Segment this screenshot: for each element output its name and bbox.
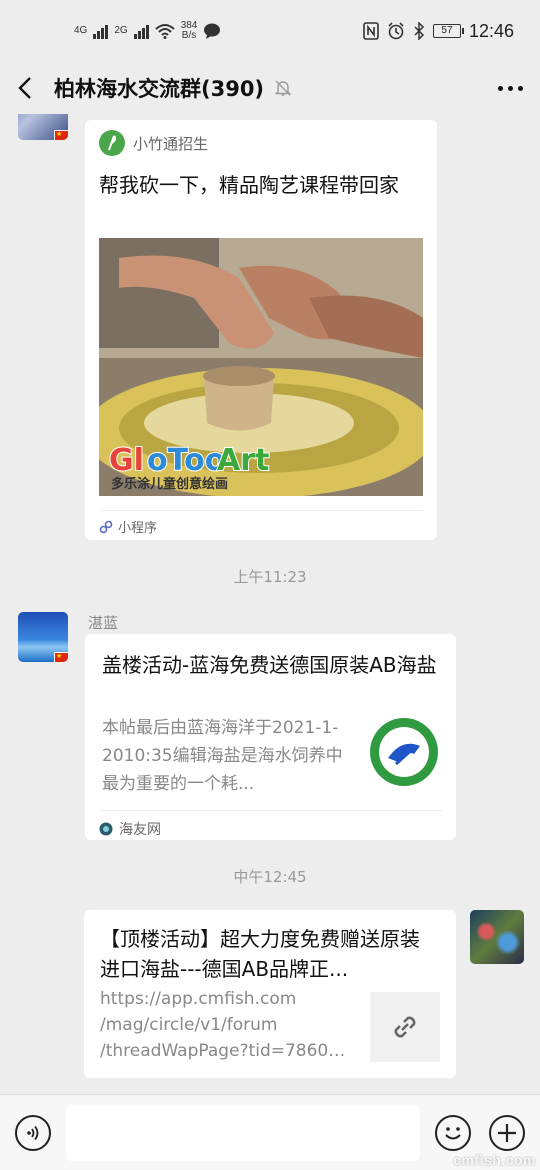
mini-program-icon	[99, 520, 113, 533]
flag-badge	[54, 130, 68, 140]
pottery-caption: 多乐涂儿童创意绘画	[111, 476, 228, 492]
signal-icon	[93, 23, 109, 39]
mute-bell-icon	[274, 80, 292, 96]
alarm-icon	[388, 22, 404, 40]
link-url-line-1: https://app.cmfish.com	[100, 989, 297, 1009]
chat-title[interactable]: 柏林海水交流群(390)	[54, 73, 264, 103]
article-source: 海友网	[119, 822, 161, 838]
net-speed-unit: B/s	[181, 30, 197, 41]
flag-badge	[54, 652, 68, 662]
link-url: https://app.cmfish.com /mag/circle/v1/fo…	[100, 986, 354, 1064]
article-title: 盖楼活动-蓝海免费送德国原装AB海盐	[102, 653, 437, 677]
status-left: 4G 2G 384 B/s	[74, 21, 221, 41]
link-card[interactable]: 【顶楼活动】超大力度免费赠送原装进口海盐---德国AB品牌正... https:…	[84, 910, 456, 1078]
my-avatar[interactable]	[470, 910, 524, 964]
article-card[interactable]: 盖楼活动-蓝海免费送德国原装AB海盐 本帖最后由蓝海海洋于2021-1-2010…	[85, 634, 456, 840]
status-bar: 4G 2G 384 B/s 57 12:46	[0, 0, 540, 62]
status-right: 57 12:46	[363, 21, 514, 42]
network-type-2: 2G	[114, 25, 128, 36]
link-icon	[394, 1016, 416, 1038]
timestamp: 中午12:45	[233, 868, 307, 886]
avatar[interactable]	[18, 114, 68, 140]
svg-text:Art: Art	[217, 443, 269, 478]
input-bar: cmfish.com	[0, 1094, 540, 1170]
mini-program-title: 帮我砍一下，精品陶艺课程带回家	[99, 173, 399, 197]
message-input[interactable]	[66, 1105, 420, 1161]
chat-header: 柏林海水交流群(390)	[0, 62, 540, 114]
nfc-icon	[363, 22, 379, 40]
smiley-icon	[445, 1127, 461, 1140]
clock: 12:46	[468, 20, 514, 41]
link-url-line-3: /threadWapPage?tid=78601...	[100, 1041, 354, 1061]
sender-name: 湛蓝	[88, 614, 119, 632]
back-button[interactable]	[0, 62, 50, 114]
chat-messages[interactable]: 小竹通招生 帮我砍一下，精品陶艺课程带回家 Gl oToo Art 多乐涂儿童	[0, 114, 540, 1094]
plus-icon	[498, 1124, 516, 1142]
voice-icon	[27, 1125, 39, 1141]
net-speed: 384 B/s	[181, 21, 198, 41]
mini-program-name: 小竹通招生	[133, 134, 209, 153]
pottery-image: Gl oToo Art 多乐涂儿童创意绘画	[99, 238, 423, 496]
svg-text:oToo: oToo	[147, 443, 225, 478]
voice-button[interactable]	[15, 1115, 51, 1151]
timestamp: 上午11:23	[233, 568, 307, 586]
mini-program-card[interactable]: 小竹通招生 帮我砍一下，精品陶艺课程带回家 Gl oToo Art 多乐涂儿童创…	[85, 120, 437, 540]
watermark: cmfish.com	[453, 1152, 536, 1168]
article-description: 本帖最后由蓝海海洋于2021-1-2010:35编辑海盐是海水饲养中最为重要的一…	[102, 718, 343, 794]
article-footer: 海友网	[99, 810, 442, 839]
chat-bubble-icon	[204, 23, 221, 39]
more-functions-button[interactable]	[489, 1115, 525, 1151]
emoji-button[interactable]	[435, 1115, 471, 1151]
signal-icon-2	[133, 23, 149, 39]
chevron-left-icon	[18, 77, 31, 99]
mini-program-label: 小程序	[118, 521, 158, 536]
link-title: 【顶楼活动】超大力度免费赠送原装进口海盐---德国AB品牌正...	[100, 927, 420, 981]
pottery-brand-logo: Gl	[109, 443, 144, 478]
mini-program-footer: 小程序	[99, 510, 423, 536]
network-type-1: 4G	[74, 25, 88, 36]
link-thumbnail	[370, 992, 440, 1062]
battery-icon: 57	[432, 24, 464, 38]
mini-program-logo-icon	[99, 130, 125, 156]
wifi-icon	[155, 24, 175, 39]
mini-program-header: 小竹通招生	[99, 130, 208, 156]
bluetooth-icon	[414, 22, 425, 40]
site-logo-icon	[99, 822, 113, 836]
avatar[interactable]	[18, 612, 68, 662]
more-options-button[interactable]	[480, 62, 540, 114]
link-url-line-2: /mag/circle/v1/forum	[100, 1015, 278, 1035]
article-thumbnail	[368, 716, 440, 788]
